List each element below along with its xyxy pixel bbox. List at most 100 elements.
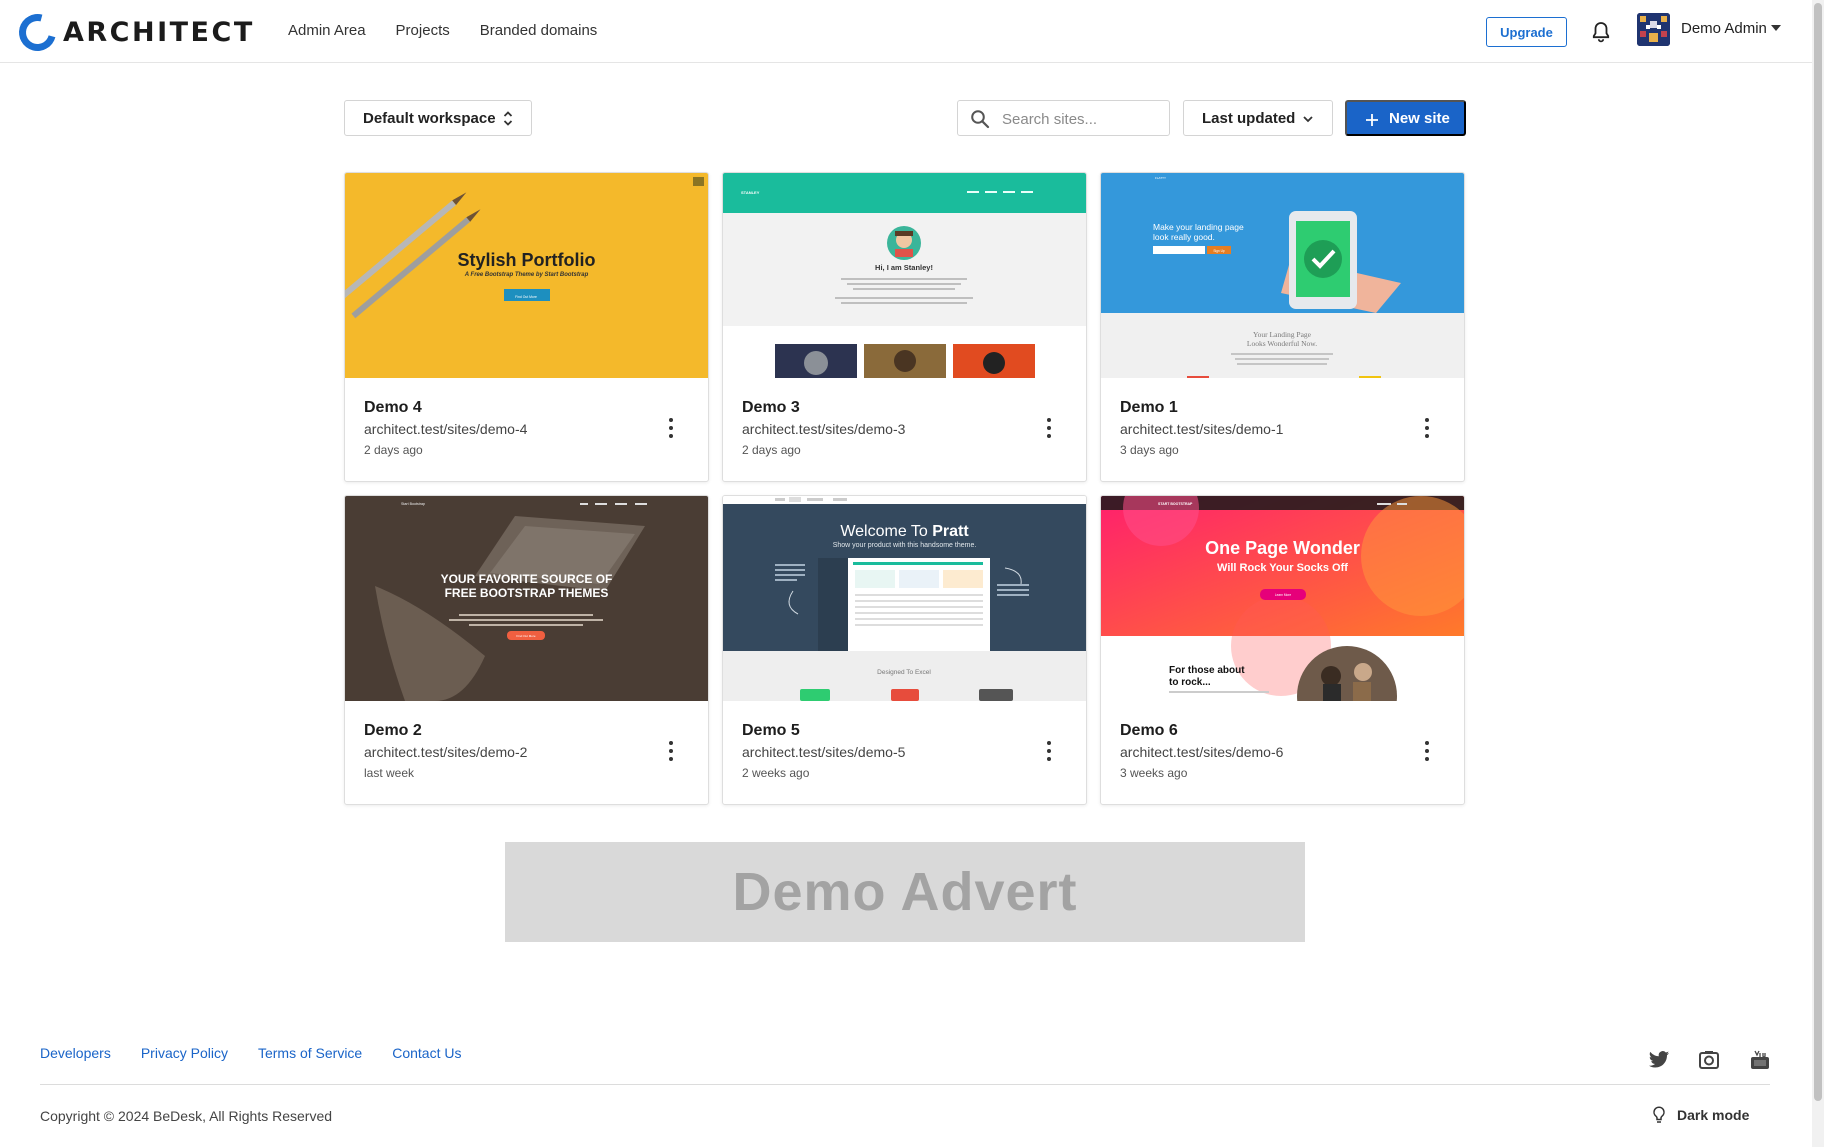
- site-name[interactable]: Demo 3: [742, 399, 800, 417]
- thumb-title-prefix: Welcome To: [840, 523, 933, 540]
- thumb-title-bold: Pratt: [932, 523, 969, 540]
- thumb-title: Stylish Portfolio: [457, 250, 596, 270]
- more-options-icon[interactable]: [1039, 739, 1059, 763]
- site-thumbnail[interactable]: Find Out More Stylish Portfolio A Free B…: [345, 173, 708, 378]
- footer-link-terms[interactable]: Terms of Service: [258, 1045, 362, 1061]
- thumb-title: Hi, I am Stanley!: [875, 263, 933, 272]
- site-card-demo-1[interactable]: FLATTY Make your landing page look reall…: [1100, 172, 1465, 482]
- architect-logo[interactable]: ARCHITECT: [12, 6, 255, 58]
- thumb-title: Welcome To Pratt: [723, 523, 1086, 541]
- footer-divider: [40, 1084, 1770, 1085]
- notifications-bell-icon[interactable]: [1589, 20, 1613, 44]
- site-card-demo-5[interactable]: Designed To Excel Welcome To Pratt Show …: [722, 495, 1087, 805]
- caret-down-icon[interactable]: [1771, 25, 1781, 31]
- demo-advert-banner[interactable]: Demo Advert: [505, 842, 1305, 942]
- nav-projects[interactable]: Projects: [396, 22, 450, 39]
- site-thumbnail[interactable]: Designed To Excel Welcome To Pratt Show …: [723, 496, 1086, 701]
- site-url: architect.test/sites/demo-3: [742, 421, 906, 437]
- site-thumbnail[interactable]: STANLEY Hi, I am Stanley!: [723, 173, 1086, 378]
- scrollbar-thumb[interactable]: [1814, 3, 1822, 1101]
- workspace-label: Default workspace: [363, 109, 496, 127]
- site-name[interactable]: Demo 5: [742, 722, 800, 740]
- thumb-section-line2: Looks Wonderful Now.: [1247, 339, 1317, 348]
- nav-admin-area[interactable]: Admin Area: [288, 22, 366, 39]
- upgrade-button[interactable]: Upgrade: [1486, 17, 1567, 47]
- user-name[interactable]: Demo Admin: [1681, 20, 1767, 37]
- site-thumbnail[interactable]: FLATTY Make your landing page look reall…: [1101, 173, 1464, 378]
- thumb-section-line2: to rock...: [1169, 677, 1211, 688]
- instagram-icon[interactable]: [1698, 1050, 1720, 1070]
- top-navbar: ARCHITECT Admin Area Projects Branded do…: [0, 0, 1812, 63]
- thumb-subtitle: Show your product with this handsome the…: [832, 542, 977, 549]
- site-name[interactable]: Demo 1: [1120, 399, 1178, 417]
- dark-mode-toggle[interactable]: Dark mode: [1651, 1106, 1749, 1124]
- thumb-title: One Page Wonder: [1205, 538, 1360, 558]
- thumb-title-line2: FREE BOOTSTRAP THEMES: [444, 586, 609, 600]
- thumb-subtitle: Will Rock Your Socks Off: [1217, 562, 1348, 574]
- thumb-button: Find Out More: [515, 295, 537, 299]
- thumb-brand: STANLEY: [741, 190, 760, 195]
- site-url: architect.test/sites/demo-2: [364, 744, 528, 760]
- more-options-icon[interactable]: [1039, 416, 1059, 440]
- site-updated: 3 weeks ago: [1120, 766, 1188, 780]
- site-updated: 2 days ago: [742, 443, 801, 457]
- site-name[interactable]: Demo 2: [364, 722, 422, 740]
- more-options-icon[interactable]: [1417, 416, 1437, 440]
- unfold-icon: [503, 111, 513, 126]
- site-card-demo-6[interactable]: START BOOTSTRAP Learn More For those abo…: [1100, 495, 1465, 805]
- site-url: architect.test/sites/demo-5: [742, 744, 906, 760]
- thumb-title-line1: YOUR FAVORITE SOURCE OF: [440, 572, 613, 586]
- site-updated: last week: [364, 766, 415, 780]
- workspace-selector[interactable]: Default workspace: [344, 100, 532, 136]
- site-url: architect.test/sites/demo-4: [364, 421, 528, 437]
- thumb-brand: START BOOTSTRAP: [1158, 502, 1193, 506]
- lightbulb-icon: [1653, 1106, 1665, 1123]
- more-options-icon[interactable]: [661, 739, 681, 763]
- nav-branded-domains[interactable]: Branded domains: [480, 22, 598, 39]
- logo-text: ARCHITECT: [63, 16, 255, 48]
- chevron-down-icon: [1303, 116, 1313, 123]
- main-nav: Admin Area Projects Branded domains: [288, 22, 597, 39]
- search-box: [957, 100, 1170, 136]
- site-name[interactable]: Demo 6: [1120, 722, 1178, 740]
- site-url: architect.test/sites/demo-6: [1120, 744, 1284, 760]
- site-thumbnail[interactable]: Start Bootstrap Find Out More YOUR FAVOR…: [345, 496, 708, 701]
- dark-mode-label: Dark mode: [1677, 1107, 1750, 1123]
- sort-dropdown[interactable]: Last updated: [1183, 100, 1333, 136]
- site-updated: 3 days ago: [1120, 443, 1179, 457]
- copyright-text: Copyright © 2024 BeDesk, All Rights Rese…: [40, 1108, 333, 1124]
- site-card-demo-4[interactable]: Find Out More Stylish Portfolio A Free B…: [344, 172, 709, 482]
- footer-link-contact[interactable]: Contact Us: [392, 1045, 461, 1061]
- thumb-section: Designed To Excel: [877, 669, 931, 676]
- user-avatar[interactable]: [1637, 13, 1670, 46]
- new-site-button[interactable]: New site: [1345, 100, 1466, 136]
- twitter-icon[interactable]: [1648, 1050, 1670, 1070]
- thumb-title-line1: Make your landing page: [1153, 222, 1244, 232]
- site-updated: 2 days ago: [364, 443, 423, 457]
- site-thumbnail[interactable]: START BOOTSTRAP Learn More For those abo…: [1101, 496, 1464, 701]
- site-name[interactable]: Demo 4: [364, 399, 422, 417]
- thumb-section-line1: For those about: [1169, 665, 1245, 676]
- footer-link-developers[interactable]: Developers: [40, 1045, 111, 1061]
- footer-links: Developers Privacy Policy Terms of Servi…: [40, 1045, 461, 1061]
- youtube-icon[interactable]: [1749, 1050, 1771, 1070]
- thumb-section-line1: Your Landing Page: [1253, 330, 1312, 339]
- site-card-demo-3[interactable]: STANLEY Hi, I am Stanley! Demo 3 archite…: [722, 172, 1087, 482]
- new-site-label: New site: [1389, 109, 1450, 127]
- sort-label: Last updated: [1202, 109, 1296, 127]
- thumb-button: Sign Up: [1213, 249, 1225, 253]
- thumb-subtitle: A Free Bootstrap Theme by Start Bootstra…: [464, 272, 589, 278]
- footer-link-privacy[interactable]: Privacy Policy: [141, 1045, 228, 1061]
- thumb-button: Learn More: [1275, 593, 1292, 597]
- site-updated: 2 weeks ago: [742, 766, 810, 780]
- site-url: architect.test/sites/demo-1: [1120, 421, 1284, 437]
- thumb-brand: FLATTY: [1155, 176, 1166, 180]
- thumb-title-line2: look really good.: [1153, 232, 1215, 242]
- logo-mark-icon: [12, 6, 63, 58]
- search-input[interactable]: [1002, 108, 1162, 130]
- more-options-icon[interactable]: [661, 416, 681, 440]
- more-options-icon[interactable]: [1417, 739, 1437, 763]
- thumb-brand: Start Bootstrap: [401, 502, 425, 506]
- thumb-button: Find Out More: [516, 634, 536, 638]
- site-card-demo-2[interactable]: Start Bootstrap Find Out More YOUR FAVOR…: [344, 495, 709, 805]
